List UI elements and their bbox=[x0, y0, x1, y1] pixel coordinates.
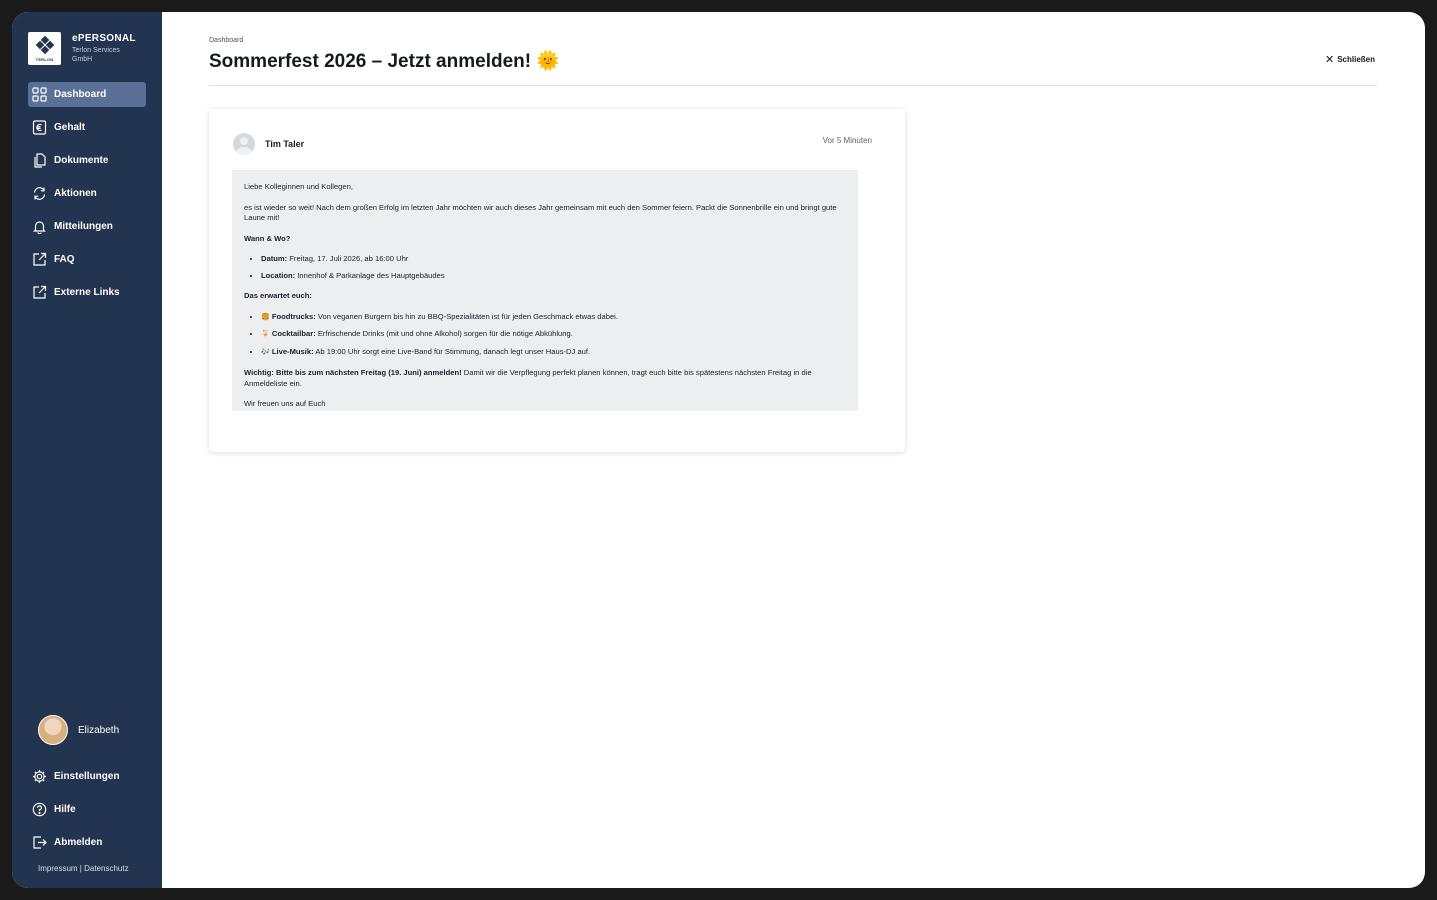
list-item: 🎶 Live-Musik: Ab 19:00 Uhr sorgt eine Li… bbox=[261, 347, 846, 359]
important-note: Wichtig: Bitte bis zum nächsten Freitag … bbox=[244, 368, 812, 388]
close-icon: ✕ bbox=[1325, 53, 1335, 66]
music-icon: 🎶 bbox=[261, 348, 270, 356]
sidebar-item-label: Gehalt bbox=[54, 122, 86, 133]
sidebar-item-faq[interactable]: FAQ bbox=[28, 247, 146, 272]
sidebar-item-label: Einstellungen bbox=[54, 771, 120, 782]
sidebar-item-label: Abmelden bbox=[54, 837, 103, 848]
sidebar-item-label: Mitteilungen bbox=[54, 221, 113, 232]
bell-icon bbox=[32, 221, 46, 234]
logout-icon bbox=[32, 836, 47, 849]
sidebar-item-einstellungen[interactable]: Einstellungen bbox=[28, 764, 146, 789]
gear-icon bbox=[32, 770, 46, 783]
sidebar-item-dokumente[interactable]: Dokumente bbox=[28, 148, 146, 173]
main-nav: Dashboard Gehalt Dokumente Aktionen Mitt… bbox=[28, 82, 146, 313]
post-body: Liebe Kolleginnen und Kollegen, es ist w… bbox=[232, 170, 858, 411]
page-title: Sommerfest 2026 – Jetzt anmelden! 🌞 bbox=[209, 51, 561, 72]
brand-company: Terlon Services GmbH bbox=[72, 47, 120, 63]
refresh-icon bbox=[33, 187, 45, 200]
main-content: Dashboard Sommerfest 2026 – Jetzt anmeld… bbox=[162, 12, 1425, 888]
footer-links: Impressum | Datenschutz bbox=[38, 864, 129, 873]
closing-line: Wir freuen uns auf Euch bbox=[244, 399, 326, 408]
bottom-nav: Einstellungen Hilfe Abmelden bbox=[28, 764, 146, 863]
brand-name: ePERSONAL bbox=[72, 33, 136, 44]
sidebar-item-aktionen[interactable]: Aktionen bbox=[28, 181, 146, 206]
author-avatar bbox=[233, 133, 255, 155]
burger-icon: 🍔 bbox=[261, 313, 270, 321]
sidebar-item-hilfe[interactable]: Hilfe bbox=[28, 797, 146, 822]
diamond-logo-icon bbox=[35, 35, 54, 54]
intro-paragraph: es ist wieder so weit! Nach dem großen E… bbox=[244, 202, 837, 223]
sidebar-item-label: FAQ bbox=[54, 254, 75, 265]
external-link-icon bbox=[32, 252, 46, 266]
sidebar-item-label: Dokumente bbox=[54, 155, 109, 166]
expect-list: 🍔 Foodtrucks: Von veganen Burgern bis hi… bbox=[244, 312, 846, 359]
app-window: TERLON ePERSONAL Terlon Services GmbH Da… bbox=[12, 12, 1425, 888]
when-heading: Wann & Wo? bbox=[244, 233, 291, 243]
close-button[interactable]: ✕ Schließen bbox=[1325, 53, 1376, 66]
footer-separator: | bbox=[79, 864, 82, 873]
sidebar-item-abmelden[interactable]: Abmelden bbox=[28, 830, 146, 855]
list-item: Datum: Freitag, 17. Juli 2026, ab 16:00 … bbox=[261, 254, 846, 265]
datenschutz-link[interactable]: Datenschutz bbox=[84, 864, 128, 873]
sidebar-item-mitteilungen[interactable]: Mitteilungen bbox=[28, 214, 146, 239]
post-author: Tim Taler bbox=[233, 133, 304, 155]
expect-heading: Das erwartet euch: bbox=[244, 291, 312, 300]
help-icon bbox=[32, 802, 46, 817]
list-item: Location: Innenhof & Parkanlage des Haup… bbox=[261, 271, 846, 282]
sidebar-item-dashboard[interactable]: Dashboard bbox=[28, 82, 146, 107]
external-link-icon bbox=[32, 285, 46, 299]
brand: TERLON ePERSONAL Terlon Services GmbH bbox=[28, 32, 136, 65]
impressum-link[interactable]: Impressum bbox=[38, 864, 78, 873]
header-divider bbox=[209, 85, 1377, 86]
brand-logo[interactable]: TERLON bbox=[28, 32, 61, 65]
greeting: Liebe Kolleginnen und Kollegen, bbox=[244, 182, 353, 191]
list-item: 🍹 Cocktailbar: Erfrischende Drinks (mit … bbox=[261, 329, 846, 341]
grid-icon bbox=[31, 87, 47, 102]
documents-icon bbox=[33, 153, 46, 168]
sidebar-item-externe-links[interactable]: Externe Links bbox=[28, 280, 146, 305]
when-list: Datum: Freitag, 17. Juli 2026, ab 16:00 … bbox=[244, 254, 846, 281]
euro-icon bbox=[32, 120, 46, 135]
post-card: Tim Taler Vor 5 Minuten Liebe Kolleginne… bbox=[209, 109, 905, 452]
sidebar-item-gehalt[interactable]: Gehalt bbox=[28, 115, 146, 140]
cocktail-icon: 🍹 bbox=[261, 331, 270, 338]
sidebar: TERLON ePERSONAL Terlon Services GmbH Da… bbox=[12, 12, 162, 888]
avatar bbox=[38, 715, 68, 745]
sidebar-item-label: Hilfe bbox=[54, 804, 76, 815]
user-name: Elizabeth bbox=[78, 724, 120, 736]
author-name: Tim Taler bbox=[265, 139, 305, 149]
post-timestamp: Vor 5 Minuten bbox=[822, 136, 872, 145]
sidebar-item-label: Externe Links bbox=[54, 287, 120, 298]
list-item: 🍔 Foodtrucks: Von veganen Burgern bis hi… bbox=[261, 312, 846, 324]
close-label: Schließen bbox=[1337, 55, 1376, 64]
breadcrumb[interactable]: Dashboard bbox=[209, 37, 243, 44]
sidebar-item-label: Aktionen bbox=[54, 188, 97, 199]
user-profile[interactable]: Elizabeth bbox=[38, 715, 119, 745]
logo-text: TERLON bbox=[35, 56, 54, 62]
sidebar-item-label: Dashboard bbox=[54, 89, 107, 100]
